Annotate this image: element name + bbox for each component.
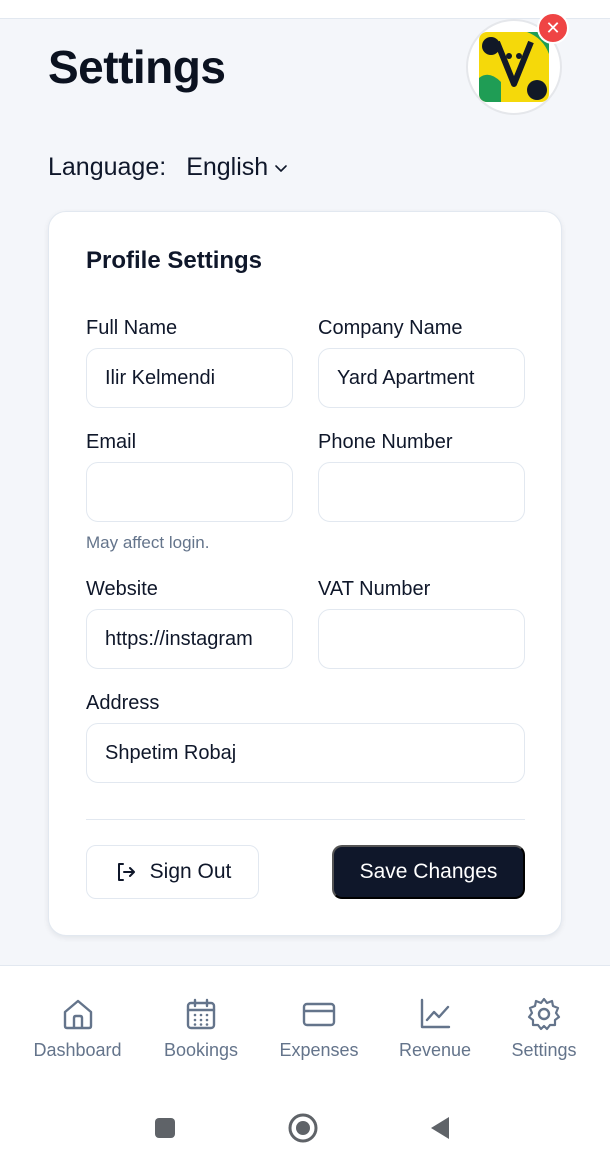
vat-number-label: VAT Number (318, 578, 431, 600)
language-row: Language: English (48, 153, 288, 182)
sign-out-button[interactable]: Sign Out (86, 845, 259, 899)
top-status-strip (0, 0, 610, 19)
credit-card-icon (302, 1002, 336, 1027)
address-label: Address (86, 692, 160, 714)
nav-label: Bookings (163, 1040, 239, 1060)
sign-out-label: Sign Out (149, 860, 232, 883)
system-navigation-bar (0, 1085, 610, 1163)
recents-icon[interactable] (153, 1116, 177, 1140)
website-input[interactable]: https://instagram (86, 609, 293, 669)
chevron-down-icon (275, 164, 287, 172)
sign-out-icon (117, 863, 135, 881)
save-changes-button[interactable]: Save Changes (332, 845, 525, 899)
nav-label: Expenses (279, 1040, 359, 1060)
address-input[interactable]: Shpetim Robaj (86, 723, 525, 783)
nav-item-settings[interactable]: Settings (507, 996, 581, 1061)
chart-line-icon (420, 998, 451, 1029)
profile-settings-card: Profile Settings Full Name Ilir Kelmendi… (48, 211, 562, 936)
nav-item-revenue[interactable]: Revenue (396, 996, 474, 1061)
card-title: Profile Settings (86, 247, 263, 274)
phone-number-input[interactable] (318, 462, 525, 522)
company-name-input[interactable]: Yard Apartment (318, 348, 525, 408)
vat-number-input[interactable] (318, 609, 525, 669)
email-help-text: May affect login. (86, 533, 210, 552)
home-icon (63, 999, 92, 1030)
divider (86, 819, 525, 820)
gear-icon (527, 997, 561, 1031)
nav-label: Settings (511, 1040, 577, 1060)
nav-label: Revenue (398, 1040, 472, 1060)
email-label: Email (86, 431, 137, 453)
page-title: Settings (48, 41, 226, 93)
email-field[interactable] (86, 462, 293, 522)
language-value: English (186, 153, 269, 181)
website-label: Website (86, 578, 158, 600)
logo-image (479, 32, 549, 102)
nav-item-expenses[interactable]: Expenses (276, 996, 362, 1061)
company-name-label: Company Name (318, 317, 463, 339)
language-label: Language: (48, 153, 167, 181)
calendar-icon (186, 998, 216, 1030)
phone-number-label: Phone Number (318, 431, 453, 453)
back-icon[interactable] (427, 1115, 453, 1141)
home-circle-icon[interactable] (287, 1112, 319, 1144)
nav-item-bookings[interactable]: Bookings (160, 996, 242, 1061)
nav-item-dashboard[interactable]: Dashboard (30, 996, 125, 1061)
language-select[interactable]: English (186, 153, 288, 182)
remove-avatar-icon[interactable]: ✕ (537, 12, 569, 44)
bottom-navigation: Dashboard Bookings Expenses Revenue Sett… (0, 965, 610, 1085)
nav-label: Dashboard (33, 1040, 122, 1060)
full-name-label: Full Name (86, 317, 178, 339)
full-name-input[interactable]: Ilir Kelmendi (86, 348, 293, 408)
